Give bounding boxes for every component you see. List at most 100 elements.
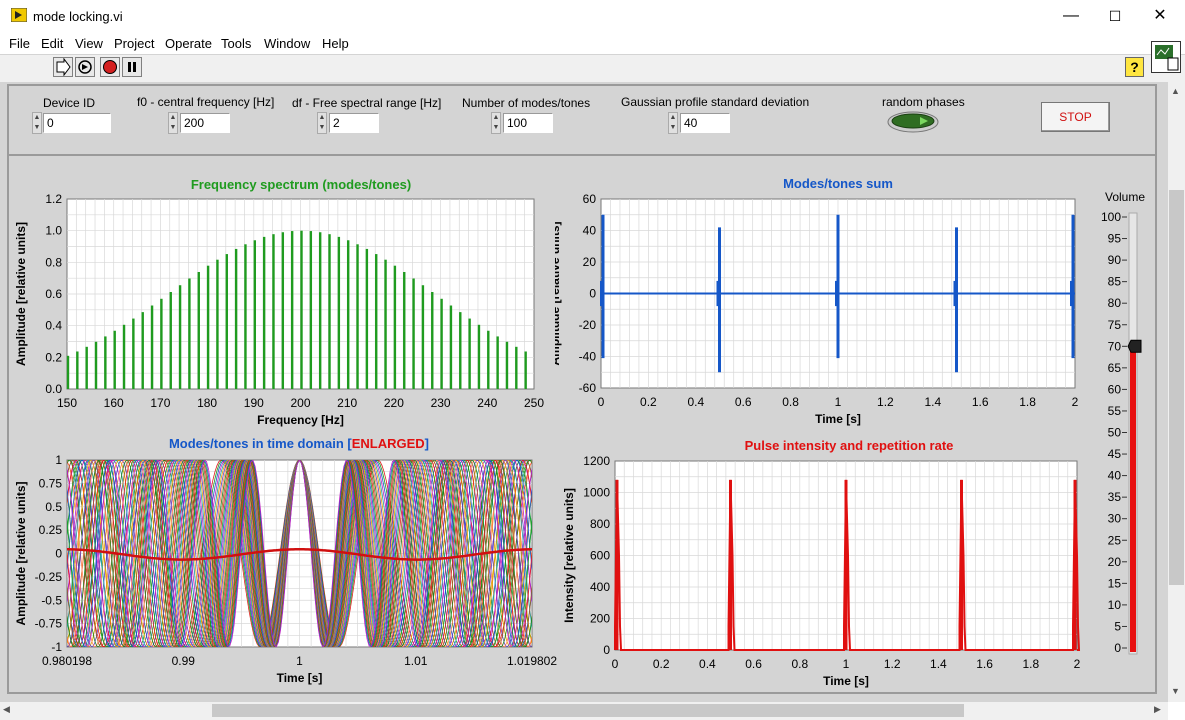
vertical-scroll-thumb[interactable] bbox=[1169, 190, 1184, 585]
spectrum-bar bbox=[206, 265, 210, 389]
x-tick-label: 1 bbox=[843, 657, 850, 671]
df-input[interactable]: 2 bbox=[329, 113, 379, 133]
x-tick-label: 1.2 bbox=[877, 395, 894, 409]
spectrum-bar bbox=[85, 346, 88, 389]
y-tick-label: 60 bbox=[583, 192, 597, 206]
scroll-down-icon[interactable]: ▼ bbox=[1171, 686, 1180, 696]
menu-operate[interactable]: Operate bbox=[165, 36, 212, 51]
run-arrow-icon bbox=[56, 57, 71, 77]
df-spinner[interactable]: ▲ ▼ bbox=[317, 112, 327, 134]
x-tick-label: 0.99 bbox=[172, 654, 196, 668]
spectrum-bar bbox=[337, 236, 341, 389]
menu-window[interactable]: Window bbox=[264, 36, 310, 51]
run-continuously-button[interactable] bbox=[75, 57, 95, 77]
spectrum-bar bbox=[150, 305, 154, 389]
f0-input[interactable]: 200 bbox=[180, 113, 230, 133]
spectrum-bar bbox=[178, 285, 182, 389]
spectrum-bar bbox=[440, 298, 443, 389]
x-tick-label: 0.8 bbox=[791, 657, 808, 671]
time-chart: 0.980198 0.99 1 1.01 1.019802 -1 -0.75 -0.5 -0.2… bbox=[14, 453, 557, 685]
intensity-chart-title: Pulse intensity and repetition rate bbox=[744, 438, 954, 453]
x-tick-label: 1.019802 bbox=[507, 654, 557, 668]
x-tick-label: 0.980198 bbox=[42, 654, 92, 668]
time-chart-title-main: Modes/tones in time domain bbox=[168, 436, 344, 451]
spectrum-chart: 150 160 170 180 190 200 210 220 230 240 250 0.0 0.2 0… bbox=[14, 192, 544, 427]
menu-project[interactable]: Project bbox=[114, 36, 154, 51]
slider-tick-label: 100 bbox=[1101, 210, 1121, 224]
spectrum-bar bbox=[328, 234, 331, 389]
spectrum-bar bbox=[356, 244, 359, 389]
divider bbox=[7, 154, 1157, 156]
random-phases-toggle[interactable] bbox=[886, 110, 940, 134]
sum-chart-title: Modes/tones sum bbox=[783, 176, 893, 191]
f0-spinner[interactable]: ▲ ▼ bbox=[168, 112, 178, 134]
menu-edit[interactable]: Edit bbox=[41, 36, 63, 51]
slider-tick-label: 30 bbox=[1108, 512, 1122, 526]
window-title: mode locking.vi bbox=[33, 9, 123, 24]
device-id-input[interactable]: 0 bbox=[43, 113, 111, 133]
slider-tick-label: 95 bbox=[1108, 232, 1122, 246]
spectrum-bar bbox=[122, 324, 126, 389]
menu-help[interactable]: Help bbox=[322, 36, 349, 51]
run-button[interactable] bbox=[53, 57, 73, 77]
spectrum-bar bbox=[431, 292, 434, 389]
x-tick-label: 0.6 bbox=[745, 657, 762, 671]
x-tick-label: 180 bbox=[197, 396, 217, 410]
modes-spinner[interactable]: ▲ ▼ bbox=[491, 112, 501, 134]
spectrum-bar bbox=[197, 271, 200, 389]
slider-tick-label: 0 bbox=[1114, 641, 1121, 655]
y-tick-label: -0.25 bbox=[35, 570, 63, 584]
y-tick-label: 0.5 bbox=[45, 500, 62, 514]
spectrum-bar bbox=[496, 336, 499, 389]
x-tick-label: 2 bbox=[1074, 657, 1081, 671]
scroll-right-icon[interactable]: ▶ bbox=[1154, 704, 1161, 715]
menu-view[interactable]: View bbox=[75, 36, 103, 51]
slider-thumb bbox=[1127, 339, 1142, 353]
spectrum-bar bbox=[487, 330, 490, 389]
slider-tick-label: 5 bbox=[1114, 619, 1121, 633]
spectrum-bar bbox=[384, 259, 387, 389]
sigma-input[interactable]: 40 bbox=[680, 113, 730, 133]
minimize-button[interactable]: — bbox=[1048, 0, 1094, 32]
sigma-spinner[interactable]: ▲ ▼ bbox=[668, 112, 678, 134]
spectrum-bar bbox=[421, 285, 425, 389]
help-icon[interactable]: ? bbox=[1125, 57, 1144, 77]
toolbar bbox=[0, 54, 1185, 83]
modes-input[interactable]: 100 bbox=[503, 113, 553, 133]
abort-button[interactable] bbox=[100, 57, 120, 77]
y-tick-label: -20 bbox=[579, 318, 597, 332]
pause-button[interactable] bbox=[122, 57, 142, 77]
slider-tick-label: 25 bbox=[1108, 533, 1122, 547]
labview-vi-icon bbox=[11, 8, 27, 22]
stop-button[interactable]: STOP bbox=[1041, 102, 1110, 132]
spectrum-bar bbox=[347, 240, 350, 389]
menu-tools[interactable]: Tools bbox=[221, 36, 251, 51]
device-id-spinner[interactable]: ▲ ▼ bbox=[32, 112, 42, 134]
x-tick-label: 1.4 bbox=[924, 395, 941, 409]
x-tick-label: 1.8 bbox=[1019, 395, 1036, 409]
y-tick-label: 0.2 bbox=[45, 350, 62, 364]
y-tick-label: 1 bbox=[55, 453, 62, 467]
horizontal-scroll-thumb[interactable] bbox=[212, 704, 964, 717]
random-phases-label: random phases bbox=[882, 95, 965, 109]
scroll-up-icon[interactable]: ▲ bbox=[1171, 86, 1180, 96]
spectrum-bar bbox=[234, 248, 238, 389]
menu-file[interactable]: File bbox=[9, 36, 30, 51]
divider bbox=[7, 156, 9, 694]
y-tick-label: 200 bbox=[590, 612, 610, 626]
scroll-left-icon[interactable]: ◀ bbox=[3, 704, 10, 715]
f0-label: f0 - central frequency [Hz] bbox=[137, 95, 275, 109]
time-chart-title: Modes/tones in time domain [ENLARGED] bbox=[168, 436, 430, 451]
volume-slider[interactable]: 1009590858075706560555045403530252015105… bbox=[1095, 205, 1155, 665]
spectrum-bar bbox=[76, 351, 79, 389]
maximize-button[interactable]: ☐ bbox=[1092, 0, 1138, 32]
spectrum-bar bbox=[141, 312, 144, 389]
divider bbox=[7, 84, 1157, 86]
slider-tick-label: 45 bbox=[1108, 447, 1122, 461]
close-button[interactable]: ✕ bbox=[1137, 0, 1183, 32]
spectrum-bar bbox=[104, 336, 107, 389]
spectrum-bar bbox=[188, 278, 191, 389]
x-tick-label: 220 bbox=[384, 396, 404, 410]
y-tick-label: 0.6 bbox=[45, 287, 62, 301]
divider bbox=[7, 84, 9, 156]
